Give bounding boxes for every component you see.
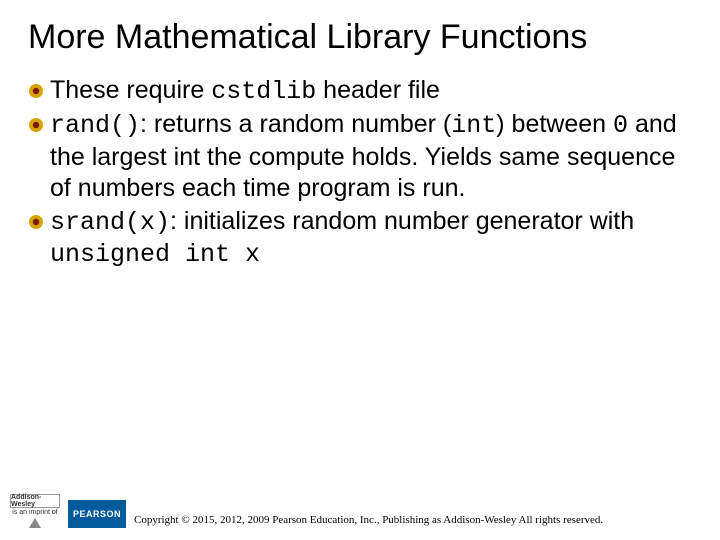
text-run: : returns a random number ( — [140, 110, 451, 138]
triangle-icon — [29, 518, 41, 528]
addison-wesley-logo: Addison-Wesley — [10, 494, 60, 508]
text-run: ) between — [496, 110, 613, 138]
slide-content: More Mathematical Library Functions Thes… — [0, 0, 720, 271]
text-run: : initializes random number generator wi… — [170, 207, 634, 235]
bullet-text: rand(): returns a random number (int) be… — [50, 109, 692, 204]
slide-title: More Mathematical Library Functions — [28, 18, 692, 57]
addison-wesley-block: Addison-Wesley is an imprint of — [10, 494, 60, 528]
text-run: header file — [316, 76, 440, 104]
code-run: cstdlib — [211, 77, 316, 106]
code-run: srand(x) — [50, 208, 170, 237]
pearson-logo: PEARSON — [68, 500, 126, 528]
slide-footer: Addison-Wesley is an imprint of PEARSON … — [0, 494, 720, 528]
slide-body: These require cstdlib header file rand()… — [28, 75, 692, 271]
code-run: rand() — [50, 111, 140, 140]
imprint-label: is an imprint of — [12, 509, 58, 517]
code-run: int — [451, 111, 496, 140]
code-run: unsigned int x — [50, 240, 260, 269]
bullet-item: srand(x): initializes random number gene… — [28, 206, 692, 271]
text-run: These require — [50, 76, 211, 104]
bullet-icon — [28, 117, 44, 133]
bullet-text: srand(x): initializes random number gene… — [50, 206, 692, 271]
bullet-icon — [28, 83, 44, 99]
bullet-item: These require cstdlib header file — [28, 75, 692, 107]
copyright-text: Copyright © 2015, 2012, 2009 Pearson Edu… — [134, 514, 603, 528]
bullet-text: These require cstdlib header file — [50, 75, 692, 107]
bullet-icon — [28, 214, 44, 230]
code-run: 0 — [613, 111, 628, 140]
bullet-item: rand(): returns a random number (int) be… — [28, 109, 692, 204]
